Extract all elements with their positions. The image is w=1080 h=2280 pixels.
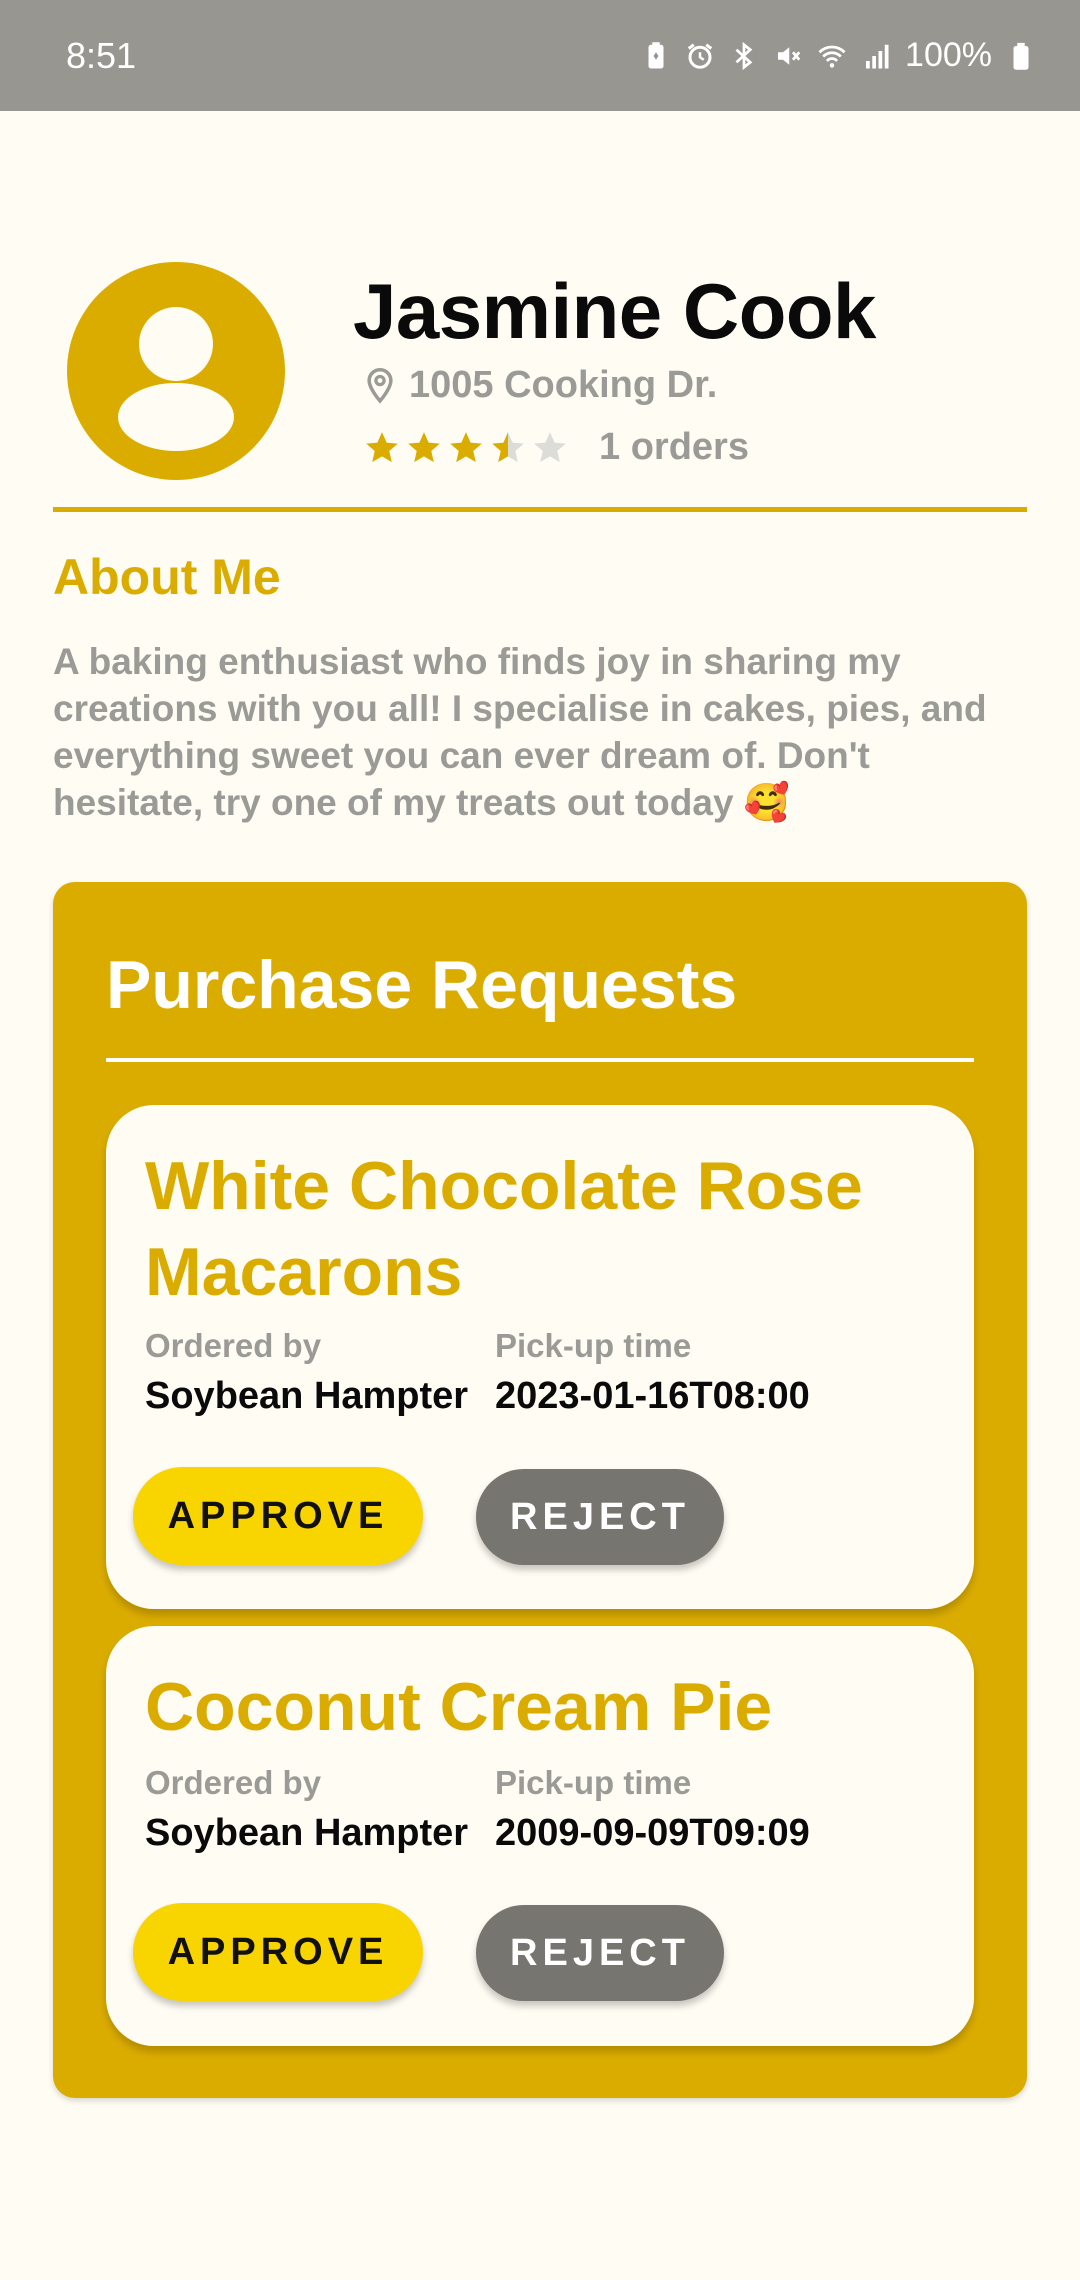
star-rating (363, 429, 569, 467)
star-half-icon (489, 429, 527, 467)
ordered-by-label: Ordered by (145, 1764, 322, 1801)
orders-count: 1 orders (599, 426, 749, 468)
approve-button[interactable]: APPROVE (133, 1903, 423, 2001)
pickup-time-label: Pick-up time (495, 1327, 692, 1364)
divider (106, 1058, 974, 1062)
alarm-icon (685, 41, 715, 71)
ordered-by-value: Soybean Hampter (145, 1375, 469, 1417)
status-bar: 8:51 100% (0, 0, 1080, 111)
item-name: White Chocolate Rose Macarons (145, 1148, 863, 1310)
star-full-icon (405, 429, 443, 467)
reject-button[interactable]: REJECT (476, 1905, 724, 2001)
rating-row: 1 orders (363, 426, 749, 469)
purchase-requests-title: Purchase Requests (106, 947, 738, 1023)
wifi-icon (817, 41, 847, 71)
about-text: A baking enthusiast who finds joy in sha… (53, 641, 987, 823)
request-card: White Chocolate Rose Macarons Ordered by… (106, 1105, 974, 1609)
purchase-requests-panel: Purchase Requests White Chocolate Rose M… (53, 882, 1027, 2098)
mute-icon (773, 41, 803, 71)
battery-percent: 100% (905, 36, 992, 74)
star-full-icon (447, 429, 485, 467)
status-time: 8:51 (66, 34, 137, 76)
seller-name: Jasmine Cook (353, 267, 876, 355)
star-full-icon (363, 429, 401, 467)
pickup-time-block: Pick-up time 2009-09-09T09:09 (495, 1764, 810, 1855)
avatar (67, 262, 285, 480)
pickup-time-block: Pick-up time 2023-01-16T08:00 (495, 1327, 810, 1418)
pickup-time-value: 2009-09-09T09:09 (495, 1812, 810, 1854)
location-pin-icon (363, 367, 397, 405)
signal-4g-icon (861, 41, 891, 71)
star-empty-icon (531, 429, 569, 467)
about-title: About Me (53, 549, 281, 605)
battery-saver-icon (641, 41, 671, 71)
ordered-by-block: Ordered by Soybean Hampter (145, 1327, 468, 1418)
pickup-time-value: 2023-01-16T08:00 (495, 1375, 810, 1417)
address-row: 1005 Cooking Dr. (363, 364, 717, 407)
status-icons: 100% (641, 36, 1036, 75)
person-icon (118, 307, 234, 451)
bluetooth-icon (729, 41, 759, 71)
ordered-by-label: Ordered by (145, 1327, 322, 1364)
ordered-by-value: Soybean Hampter (145, 1812, 469, 1854)
approve-button[interactable]: APPROVE (133, 1467, 423, 1565)
seller-address: 1005 Cooking Dr. (409, 364, 718, 406)
battery-icon (1006, 41, 1036, 71)
pickup-time-label: Pick-up time (495, 1764, 692, 1801)
item-name: Coconut Cream Pie (145, 1669, 773, 1745)
request-card: Coconut Cream Pie Ordered by Soybean Ham… (106, 1626, 974, 2046)
profile-header: Jasmine Cook 1005 Cooking Dr. 1 orders (53, 262, 1027, 512)
ordered-by-block: Ordered by Soybean Hampter (145, 1764, 468, 1855)
reject-button[interactable]: REJECT (476, 1469, 724, 1565)
